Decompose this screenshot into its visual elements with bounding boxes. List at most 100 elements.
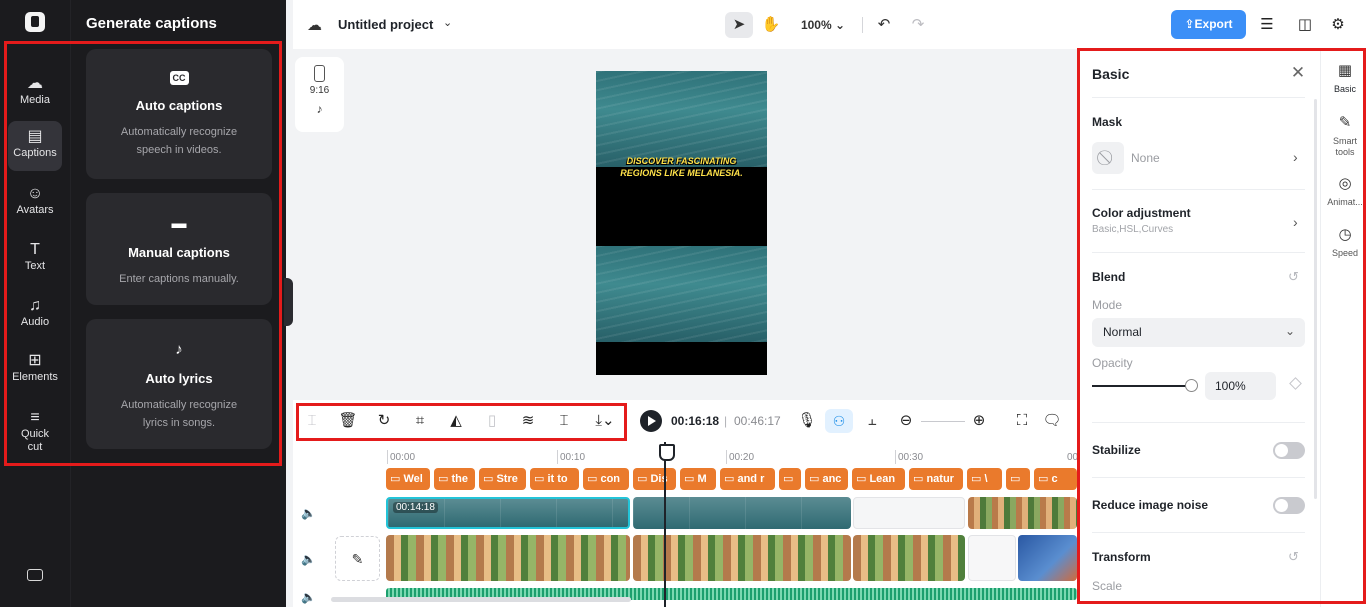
mask-value[interactable]: None	[1131, 151, 1160, 165]
caption-clip[interactable]: and r	[720, 468, 775, 490]
playhead[interactable]	[659, 442, 675, 607]
manual-captions-card[interactable]: ▬ Manual captions Enter captions manuall…	[86, 193, 272, 305]
auto-captions-card[interactable]: CC Auto captions Automatically recognize…	[86, 49, 272, 179]
replay-icon[interactable]: ↻	[373, 410, 395, 432]
main-clip[interactable]	[968, 535, 1016, 581]
keyboard-shortcuts-icon[interactable]	[27, 569, 43, 581]
caption-clip[interactable]: Wel	[386, 468, 430, 490]
redo-button[interactable]: ↷	[905, 12, 931, 38]
comment-icon[interactable]: 🗨	[1041, 410, 1063, 432]
quick-cut-icon[interactable]: ≋	[517, 410, 539, 432]
opacity-slider-track[interactable]	[1092, 385, 1188, 387]
export-button[interactable]: ⇪Export	[1171, 10, 1246, 39]
tab-basic[interactable]: ▦ Basic	[1325, 61, 1365, 95]
layers-icon[interactable]: ☰	[1256, 14, 1278, 36]
split-view-icon[interactable]: ⫠	[861, 410, 883, 432]
tab-smart-tools[interactable]: ✎ Smart tools	[1325, 113, 1365, 158]
magnet-icon: ⚇	[832, 413, 846, 429]
caption-clip[interactable]	[1006, 468, 1030, 490]
speaker-icon[interactable]: 🔈	[301, 552, 316, 566]
undo-button[interactable]: ↶	[871, 12, 897, 38]
caption-clip[interactable]: natur	[909, 468, 963, 490]
caption-clip[interactable]: anc	[805, 468, 848, 490]
stabilize-toggle[interactable]	[1273, 442, 1305, 459]
panel-collapse-handle[interactable]	[284, 278, 293, 326]
play-button[interactable]	[640, 410, 662, 432]
timeline[interactable]: 00:00 00:10 00:20 00:30 00 Wel the Stre …	[293, 442, 1078, 607]
subtitle-line: REGIONS LIKE MELANESIA.	[620, 168, 743, 178]
timeline-zoom-slider[interactable]	[921, 421, 965, 422]
delete-icon[interactable]: 🗑	[337, 410, 359, 432]
pointer-tool-button[interactable]: ➤	[725, 12, 753, 38]
insert-icon[interactable]: ⌶	[553, 410, 575, 432]
caption-clip[interactable]: it to	[530, 468, 579, 490]
divider	[1092, 252, 1305, 253]
video-preview[interactable]: DISCOVER FASCINATING REGIONS LIKE MELANE…	[596, 71, 767, 375]
main-clip[interactable]	[386, 535, 630, 581]
caption-clip[interactable]: con	[583, 468, 629, 490]
rail-item-text[interactable]: T Text	[8, 234, 62, 284]
caption-clip[interactable]: Lean	[852, 468, 905, 490]
blend-mode-select[interactable]: Normal ⌄	[1092, 318, 1305, 347]
selected-video-clip[interactable]: 00:14:18	[386, 497, 630, 529]
chevron-right-icon[interactable]: ›	[1293, 149, 1298, 165]
rail-item-captions[interactable]: ▤ Captions	[8, 121, 62, 171]
auto-snap-toggle[interactable]: ⚇	[825, 409, 853, 433]
cloud-save-icon[interactable]: ☁	[307, 16, 322, 34]
zoom-out-icon[interactable]: ⊖	[895, 410, 917, 432]
opacity-slider-thumb[interactable]	[1185, 379, 1198, 392]
caption-clip[interactable]: the	[434, 468, 475, 490]
caption-clip[interactable]: Stre	[479, 468, 526, 490]
video-clip[interactable]	[968, 497, 1077, 529]
tab-animation[interactable]: ◎ Animat...	[1325, 174, 1365, 208]
tab-speed[interactable]: ◷ Speed	[1325, 225, 1365, 259]
color-adjustment-label[interactable]: Color adjustment	[1092, 206, 1191, 220]
video-clip[interactable]	[853, 497, 965, 529]
opacity-input[interactable]: 100%	[1205, 372, 1276, 400]
settings-icon[interactable]: ⚙	[1327, 14, 1349, 36]
mask-none-icon[interactable]: ⃠	[1092, 142, 1124, 174]
rail-item-quick-cut[interactable]: ≡ Quick cut	[8, 402, 62, 460]
main-clip[interactable]	[1018, 535, 1077, 581]
chevron-right-icon[interactable]: ›	[1293, 214, 1298, 230]
project-title[interactable]: Untitled project	[338, 17, 433, 32]
caption-clip[interactable]: \	[967, 468, 1002, 490]
caption-clip[interactable]: M	[680, 468, 716, 490]
rail-item-media[interactable]: ☁ Media	[8, 68, 62, 118]
freeze-icon[interactable]: ▯	[481, 410, 503, 432]
rail-item-avatars[interactable]: ☺ Avatars	[8, 178, 62, 228]
elements-icon: ⊞	[28, 352, 42, 369]
rail-item-elements[interactable]: ⊞ Elements	[8, 345, 62, 395]
main-clip[interactable]	[853, 535, 965, 581]
caption-clip[interactable]: Dis	[633, 468, 676, 490]
total-duration: 00:46:17	[734, 414, 781, 428]
chevron-down-icon[interactable]: ⌄	[443, 16, 452, 29]
keyframe-icon[interactable]	[1289, 377, 1302, 390]
hand-tool-button[interactable]: ✋	[757, 12, 785, 38]
reset-icon[interactable]: ↺	[1288, 269, 1299, 285]
reduce-noise-toggle[interactable]	[1273, 497, 1305, 514]
microphone-icon[interactable]: 🎙	[796, 410, 818, 432]
rail-item-audio[interactable]: ♫ Audio	[8, 290, 62, 340]
speaker-icon[interactable]: 🔈	[301, 590, 316, 604]
speaker-icon[interactable]: 🔈	[301, 506, 316, 520]
app-logo[interactable]	[25, 12, 45, 32]
aspect-ratio-card[interactable]: 9:16 ♪	[295, 57, 344, 132]
zoom-in-icon[interactable]: ⊕	[968, 410, 990, 432]
timeline-scrollbar[interactable]	[331, 597, 631, 602]
caption-clip[interactable]: c	[1034, 468, 1077, 490]
properties-scrollbar[interactable]	[1314, 99, 1317, 499]
fullscreen-icon[interactable]: ⛶	[1011, 410, 1033, 432]
caption-clip[interactable]	[779, 468, 801, 490]
download-icon[interactable]: ⤓⌄	[589, 410, 621, 432]
crop-icon[interactable]: ⌗	[409, 410, 431, 432]
zoom-select[interactable]: 100% ⌄	[798, 12, 848, 38]
layout-icon[interactable]: ◫	[1294, 14, 1316, 36]
preview-subtitle[interactable]: DISCOVER FASCINATING REGIONS LIKE MELANE…	[596, 155, 767, 179]
flip-icon[interactable]: ◭	[445, 410, 467, 432]
close-icon[interactable]: ✕	[1288, 63, 1308, 83]
auto-lyrics-card[interactable]: ♪ Auto lyrics Automatically recognize ly…	[86, 319, 272, 449]
cover-edit-button[interactable]: ✎	[335, 536, 380, 581]
split-icon[interactable]: ⌶	[301, 410, 323, 432]
reset-icon[interactable]: ↺	[1288, 549, 1299, 565]
